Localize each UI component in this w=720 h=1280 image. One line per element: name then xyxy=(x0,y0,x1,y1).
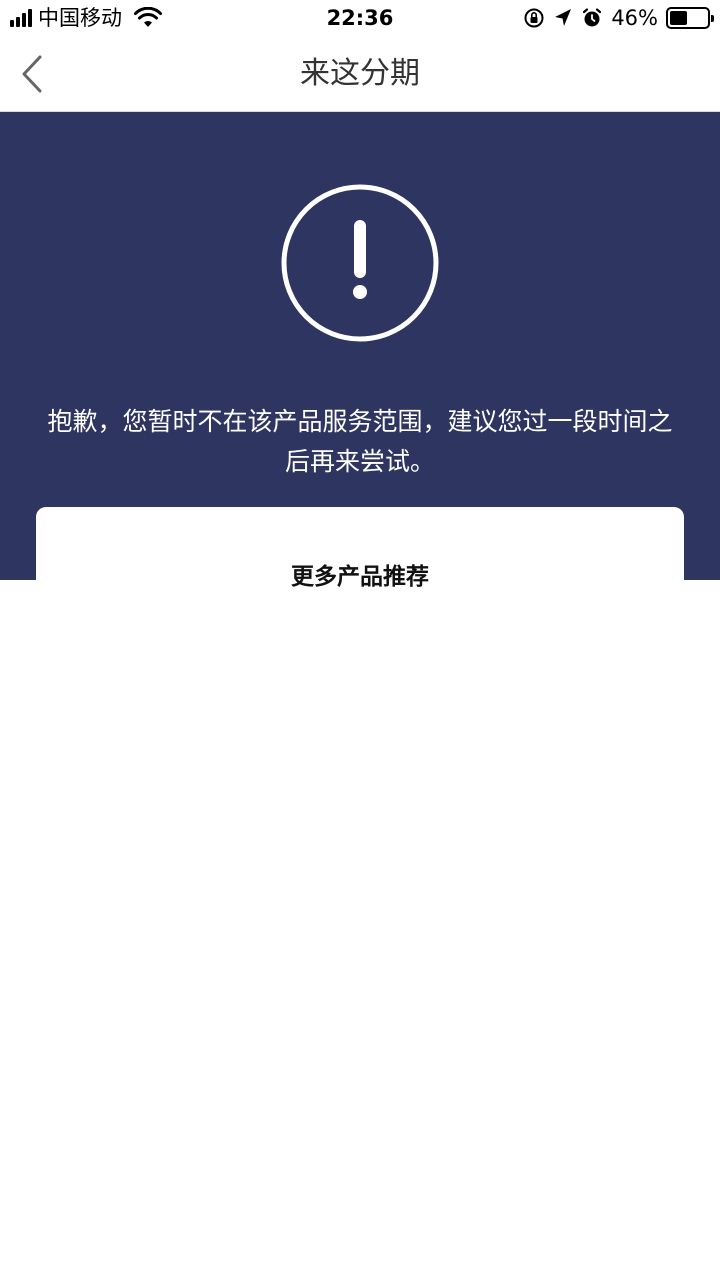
page-title: 来这分期 xyxy=(300,56,420,91)
battery-icon xyxy=(666,7,714,29)
chevron-left-icon xyxy=(22,55,42,93)
location-icon xyxy=(555,9,572,26)
recommendation-card: 更多产品推荐 xyxy=(36,507,684,590)
battery-level-fill xyxy=(670,11,687,25)
orientation-lock-icon xyxy=(524,8,544,28)
error-message: 抱歉，您暂时不在该产品服务范围，建议您过一段时间之后再来尝试。 xyxy=(47,407,673,476)
status-bar: 中国移动 22:36 46% xyxy=(0,0,720,36)
alarm-icon xyxy=(583,8,602,27)
battery-percent: 46% xyxy=(611,6,658,30)
exclamation-circle-icon xyxy=(281,184,439,342)
battery-cap xyxy=(711,15,714,22)
status-right: 46% xyxy=(523,4,714,32)
navigation-bar: 来这分期 xyxy=(0,36,720,112)
back-button[interactable] xyxy=(12,52,52,96)
card-title: 更多产品推荐 xyxy=(291,564,429,590)
